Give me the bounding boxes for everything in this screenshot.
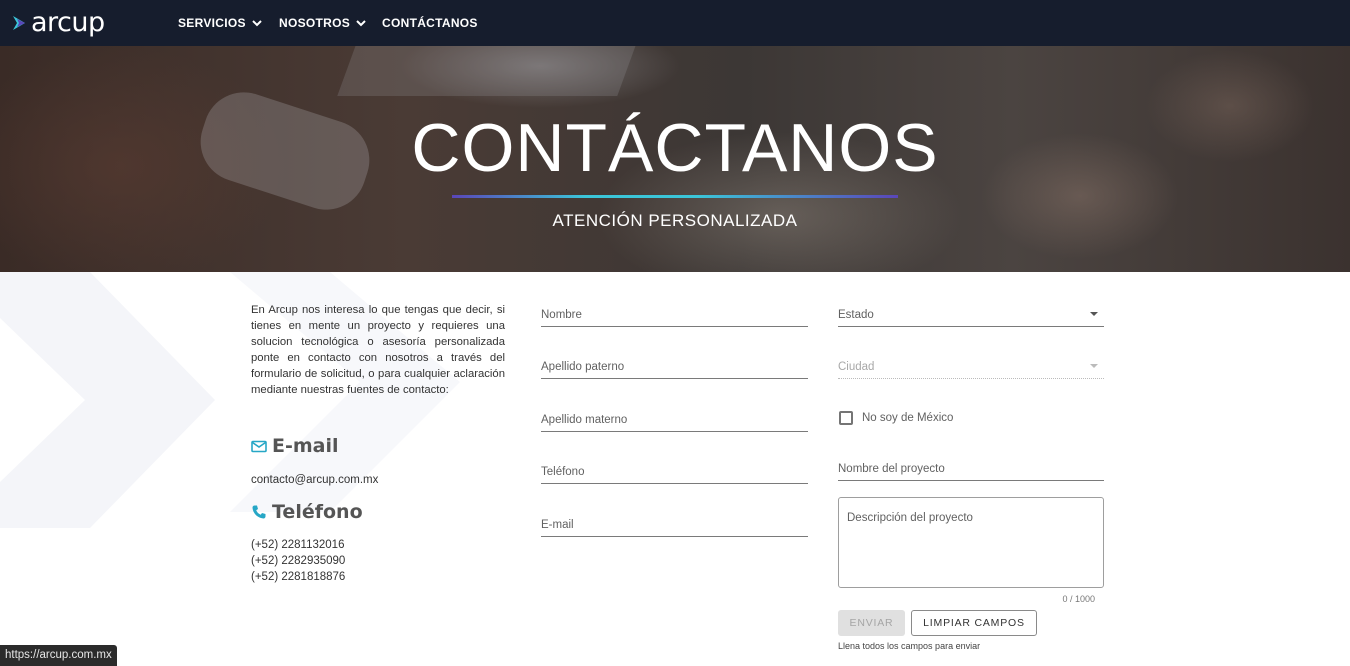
nav-contactanos[interactable]: CONTÁCTANOS [382,16,478,30]
send-button[interactable]: ENVIAR [838,610,905,636]
nombre-proyecto-field[interactable]: Nombre del proyecto [838,453,1104,481]
checkbox-icon[interactable] [839,411,853,425]
chevron-down-icon [252,20,262,27]
page-subtitle: ATENCIÓN PERSONALIZADA [552,211,798,230]
telefono-label: Teléfono [541,466,585,478]
logo[interactable]: arcup [11,8,105,38]
phone-number[interactable]: (+52) 2281818876 [251,569,345,585]
ciudad-label: Ciudad [838,361,875,373]
no-mexico-label: No soy de México [862,412,954,424]
dropdown-caret-icon [1090,364,1098,368]
title-underline [452,195,898,198]
phone-heading: Teléfono [251,501,363,523]
phone-number[interactable]: (+52) 2282935090 [251,553,345,569]
nav-servicios-label: SERVICIOS [178,16,246,30]
page-title: CONTÁCTANOS [411,110,939,186]
apellido-paterno-label: Apellido paterno [541,361,625,373]
top-navbar: arcup SERVICIOS NOSOTROS CONTÁCTANOS [0,0,1350,46]
hero-banner: CONTÁCTANOS ATENCIÓN PERSONALIZADA [0,46,1350,272]
phone-heading-label: Teléfono [272,501,363,523]
dropdown-caret-icon [1090,312,1098,316]
nav-contactanos-label: CONTÁCTANOS [382,16,478,30]
hero-background-shape [337,46,643,96]
nav-nosotros-label: NOSOTROS [279,16,351,30]
estado-select[interactable]: Estado [838,299,1104,327]
nav-nosotros[interactable]: NOSOTROS [279,16,366,30]
telefono-field[interactable]: Teléfono [541,456,808,484]
logo-text: arcup [31,7,105,38]
apellido-materno-field[interactable]: Apellido materno [541,404,808,432]
email-heading: E-mail [251,435,339,457]
character-counter: 0 / 1000 [1062,594,1095,604]
form-hint: Llena todos los campos para enviar [838,641,981,651]
contact-email[interactable]: contacto@arcup.com.mx [251,472,378,488]
nombre-proyecto-label: Nombre del proyecto [838,463,945,475]
nombre-label: Nombre [541,309,582,321]
email-heading-label: E-mail [272,435,339,457]
phone-icon [252,505,266,519]
no-mexico-checkbox[interactable]: No soy de México [839,411,953,425]
apellido-materno-label: Apellido materno [541,414,628,426]
email-label: E-mail [541,519,574,531]
apellido-paterno-field[interactable]: Apellido paterno [541,351,808,379]
nav-servicios[interactable]: SERVICIOS [178,16,262,30]
email-field[interactable]: E-mail [541,509,808,537]
intro-text: En Arcup nos interesa lo que tengas que … [251,304,505,396]
estado-label: Estado [838,309,874,321]
descripcion-textarea[interactable]: Descripción del proyecto [838,497,1104,588]
mail-icon [251,440,267,453]
clear-fields-button[interactable]: LIMPIAR CAMPOS [911,610,1037,636]
chevron-down-icon [356,20,366,27]
descripcion-label: Descripción del proyecto [847,512,973,524]
nombre-field[interactable]: Nombre [541,299,808,327]
link-status-bar: https://arcup.com.mx [0,645,117,666]
logo-arrow-icon [13,16,25,30]
phone-list: (+52) 2281132016 (+52) 2282935090 (+52) … [251,537,345,585]
phone-number[interactable]: (+52) 2281132016 [251,537,345,553]
ciudad-select[interactable]: Ciudad [838,351,1104,379]
